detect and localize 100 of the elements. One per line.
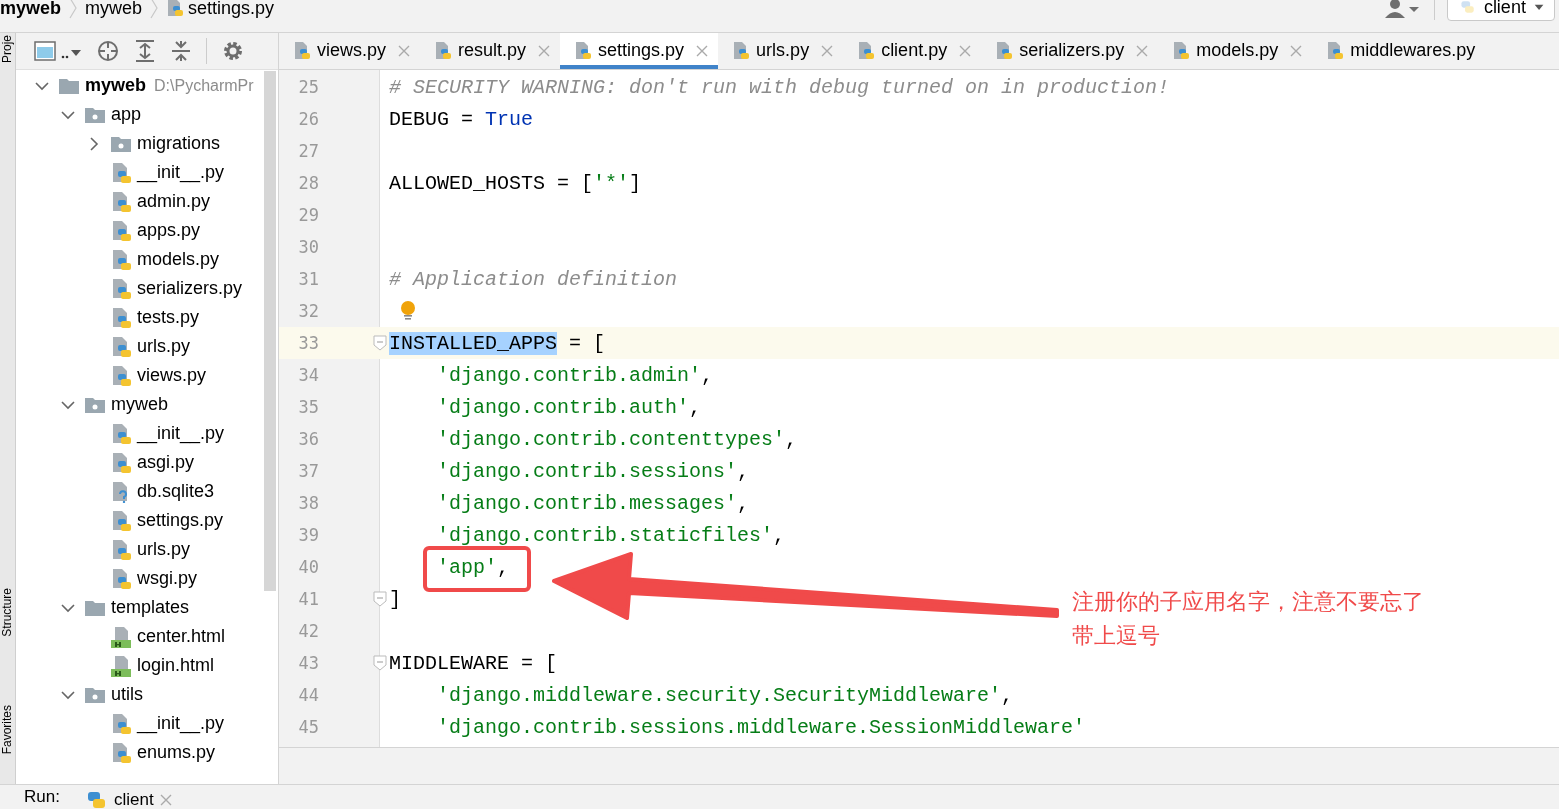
line-number: 30	[297, 236, 319, 259]
python-file-icon	[293, 40, 311, 61]
settings-icon[interactable]	[221, 39, 245, 63]
tree-item[interactable]: center.html	[137, 626, 226, 647]
tree-item[interactable]: templates	[111, 597, 190, 618]
folder-icon	[110, 134, 132, 153]
code-line: MIDDLEWARE = [	[389, 651, 558, 675]
lightbulb-icon[interactable]	[399, 300, 417, 322]
project-path: D:\PycharmPr	[154, 76, 254, 95]
code-line: 'django.contrib.sessions',	[437, 459, 750, 483]
breadcrumb-item[interactable]: myweb	[85, 0, 143, 19]
annotation-text: 注册你的子应用名字，注意不要忘了 带上逗号	[1072, 588, 1424, 650]
tree-item[interactable]: migrations	[137, 133, 221, 154]
fold-marker-icon[interactable]	[373, 591, 387, 607]
line-number: 28	[297, 172, 319, 195]
code-line: 'django.contrib.staticfiles',	[437, 523, 786, 547]
python-file-icon	[434, 40, 453, 61]
python-file-icon	[857, 40, 876, 61]
code-line: # SECURITY WARNING: don't run with debug turned on in production!	[389, 75, 1170, 99]
editor-tab[interactable]: models.py	[1158, 33, 1313, 69]
editor-tab[interactable]: urls.py	[718, 33, 844, 69]
folder-icon	[84, 105, 106, 124]
editor-tab[interactable]: result.py	[420, 33, 561, 69]
close-icon[interactable]	[159, 794, 172, 806]
run-tab[interactable]: client	[85, 790, 172, 809]
tree-item[interactable]: tests.py	[137, 307, 200, 328]
close-icon[interactable]	[538, 44, 551, 57]
editor-tab[interactable]: serializers.py	[981, 33, 1159, 69]
tree-item[interactable]: enums.py	[137, 742, 216, 763]
python-file-icon	[110, 335, 132, 358]
close-icon[interactable]	[696, 44, 709, 57]
tree-item[interactable]: app	[111, 104, 142, 125]
line-number: 44	[297, 684, 319, 707]
tree-item[interactable]: serializers.py	[137, 278, 243, 299]
tree-item[interactable]: __init__.py	[137, 423, 225, 444]
tree-item[interactable]: admin.py	[137, 191, 211, 212]
tree-item[interactable]: views.py	[137, 365, 207, 386]
tree-item[interactable]: asgi.py	[137, 452, 195, 473]
fold-marker-icon[interactable]	[373, 655, 387, 671]
tree-item[interactable]: utils	[111, 684, 143, 705]
code-editor[interactable]	[279, 70, 1559, 747]
tool-window-tab[interactable]: Favorites	[0, 705, 14, 755]
close-icon[interactable]	[1290, 44, 1303, 57]
close-icon[interactable]	[959, 44, 972, 57]
expand-all-icon[interactable]	[134, 39, 156, 63]
python-file-icon	[110, 277, 132, 300]
python-file-icon	[110, 306, 132, 329]
layout-icon[interactable]	[34, 40, 82, 62]
editor-tab[interactable]: middlewares.py	[1312, 33, 1486, 69]
caret-icon	[1533, 2, 1544, 12]
python-file-icon	[110, 219, 132, 242]
tree-item[interactable]: wsgi.py	[137, 568, 198, 589]
run-config-dropdown[interactable]: client	[1447, 0, 1555, 21]
code-line: 'django.middleware.security.SecurityMiddleware',	[437, 683, 1014, 707]
editor-tab[interactable]: settings.py	[560, 33, 719, 69]
user-icon[interactable]	[1382, 0, 1422, 20]
folder-icon	[58, 76, 80, 95]
close-icon[interactable]	[1136, 44, 1149, 57]
breadcrumb-item[interactable]: settings.py	[166, 0, 275, 19]
tree-item[interactable]: urls.py	[137, 539, 190, 560]
fold-marker-icon[interactable]	[373, 335, 387, 351]
tree-item[interactable]: __init__.py	[137, 162, 225, 183]
tab-label: result.py	[458, 40, 527, 61]
line-number: 38	[297, 492, 319, 515]
scrollbar-thumb[interactable]	[264, 71, 276, 591]
python-icon	[85, 790, 108, 809]
python-file-icon	[110, 741, 132, 764]
tree-item[interactable]: models.py	[137, 249, 220, 270]
tab-label: views.py	[317, 40, 387, 61]
locate-icon[interactable]	[96, 39, 120, 63]
run-label: Run:	[24, 787, 60, 807]
code-line: 'django.contrib.admin',	[437, 363, 714, 387]
tree-item[interactable]: login.html	[137, 655, 215, 676]
code-line: 'django.contrib.auth',	[437, 395, 702, 419]
code-line: INSTALLED_APPS = [	[389, 331, 606, 355]
tool-window-tab[interactable]: Structure	[0, 588, 14, 637]
tab-label: settings.py	[598, 40, 685, 61]
editor-tab[interactable]: client.py	[843, 33, 982, 69]
line-number: 25	[297, 76, 319, 99]
line-number: 36	[297, 428, 319, 451]
close-icon[interactable]	[398, 44, 411, 57]
python-file-icon	[110, 364, 132, 387]
breadcrumb-item[interactable]: myweb	[0, 0, 62, 19]
tree-item[interactable]: myweb	[85, 75, 147, 96]
folder-icon	[84, 685, 106, 704]
tree-item[interactable]: db.sqlite3	[137, 481, 215, 502]
python-file-icon	[1326, 40, 1345, 61]
close-icon[interactable]	[821, 44, 834, 57]
editor-tab[interactable]: views.py	[279, 33, 421, 69]
collapse-all-icon[interactable]	[170, 39, 192, 63]
tree-item[interactable]: __init__.py	[137, 713, 225, 734]
folder-icon	[84, 598, 106, 617]
tree-item[interactable]: apps.py	[137, 220, 201, 241]
tree-item[interactable]: settings.py	[137, 510, 224, 531]
code-line: ALLOWED_HOSTS = ['*']	[389, 171, 642, 195]
tree-item[interactable]: urls.py	[137, 336, 190, 357]
python-file-icon	[110, 190, 132, 213]
python-file-icon	[1172, 40, 1191, 61]
tree-item[interactable]: myweb	[111, 394, 168, 415]
tool-window-tab[interactable]: Proje	[0, 35, 14, 63]
